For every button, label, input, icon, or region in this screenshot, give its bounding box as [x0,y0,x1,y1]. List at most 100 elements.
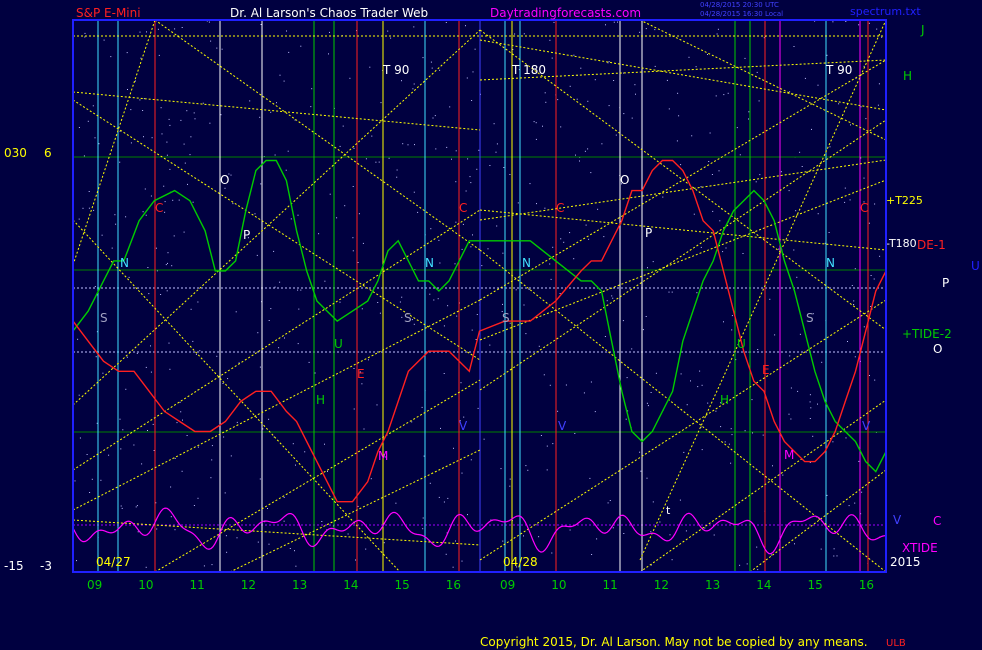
star-dot [146,31,147,33]
star-dot [192,340,194,342]
star-dot [744,430,746,432]
star-dot [164,201,166,203]
star-dot [639,31,641,33]
star-dot [851,285,853,286]
star-dot [625,418,627,420]
star-dot [84,36,86,38]
star-dot [828,232,830,233]
star-dot [617,21,618,23]
right-label: H [903,69,912,83]
star-dot [84,32,86,34]
star-dot [752,432,753,434]
star-dot [179,401,181,403]
star-dot [470,182,472,184]
star-dot [552,443,554,445]
right-label: O [933,342,942,356]
star-dot [560,238,562,240]
star-dot [435,148,437,150]
star-dot [549,39,551,41]
star-dot [671,559,673,561]
star-dot [259,116,261,118]
star-dot [167,262,168,264]
star-dot [757,349,759,350]
star-dot [711,174,713,175]
star-dot [285,169,287,171]
star-dot [790,418,792,420]
star-dot [155,247,157,249]
star-dot [717,28,719,30]
star-dot [297,343,299,345]
star-dot [182,419,183,421]
star-dot [324,280,326,282]
star-dot [613,80,615,81]
star-dot [509,322,511,324]
star-dot [414,144,415,146]
star-dot [844,187,846,189]
star-dot [230,174,232,176]
flux-label: V [459,419,468,433]
time-window-label: T 90 [825,63,852,77]
star-dot [476,168,478,170]
star-dot [423,455,425,457]
star-dot [151,137,153,139]
star-dot [642,329,644,331]
star-dot [853,300,855,302]
star-dot [279,74,281,76]
star-dot [377,302,379,303]
footer-mark: ULB [886,638,906,649]
star-dot [553,21,555,23]
star-dot [199,350,201,352]
star-dot [98,143,100,145]
star-dot [716,33,718,35]
flux-label: C [459,201,467,215]
star-dot [579,160,580,162]
star-dot [297,289,299,291]
right-label: -T180 [886,237,917,250]
star-dot [719,220,721,222]
star-dot [295,464,296,466]
star-dot [221,48,223,50]
star-dot [440,427,441,429]
star-dot [559,293,561,294]
star-dot [612,527,614,529]
star-dot [461,472,463,474]
star-dot [583,392,585,394]
star-dot [434,115,436,117]
star-dot [168,118,170,120]
star-dot [467,514,468,516]
star-dot [647,267,648,269]
star-dot [829,146,831,148]
star-dot [826,494,828,496]
star-dot [646,402,648,404]
star-dot [631,117,633,119]
star-dot [527,469,529,471]
star-dot [456,315,458,317]
star-dot [357,262,359,263]
star-dot [300,45,302,47]
star-dot [210,40,212,42]
star-dot [546,469,548,471]
star-dot [225,535,227,537]
star-dot [79,437,81,439]
star-dot [878,83,880,85]
star-dot [820,548,822,550]
chart-canvas: 09 10 11 12 13 14 15 16 09 10 11 12 13 14 15 16 04/27 04/… [0,0,982,650]
star-dot [268,320,270,321]
flux-label: O [220,173,229,187]
star-dot [180,411,182,413]
star-dot [454,263,456,265]
star-dot [310,106,312,108]
star-dot [487,248,489,250]
star-dot [475,339,477,340]
date-label: 04/28 [503,555,538,569]
star-dot [267,508,268,509]
right-label: +T225 [886,194,923,207]
star-dot [308,361,310,363]
star-dot [451,158,452,160]
star-dot [594,79,596,81]
star-dot [183,231,185,233]
star-dot [387,30,389,32]
star-dot [147,430,148,431]
star-dot [770,554,772,556]
star-dot [216,47,218,49]
